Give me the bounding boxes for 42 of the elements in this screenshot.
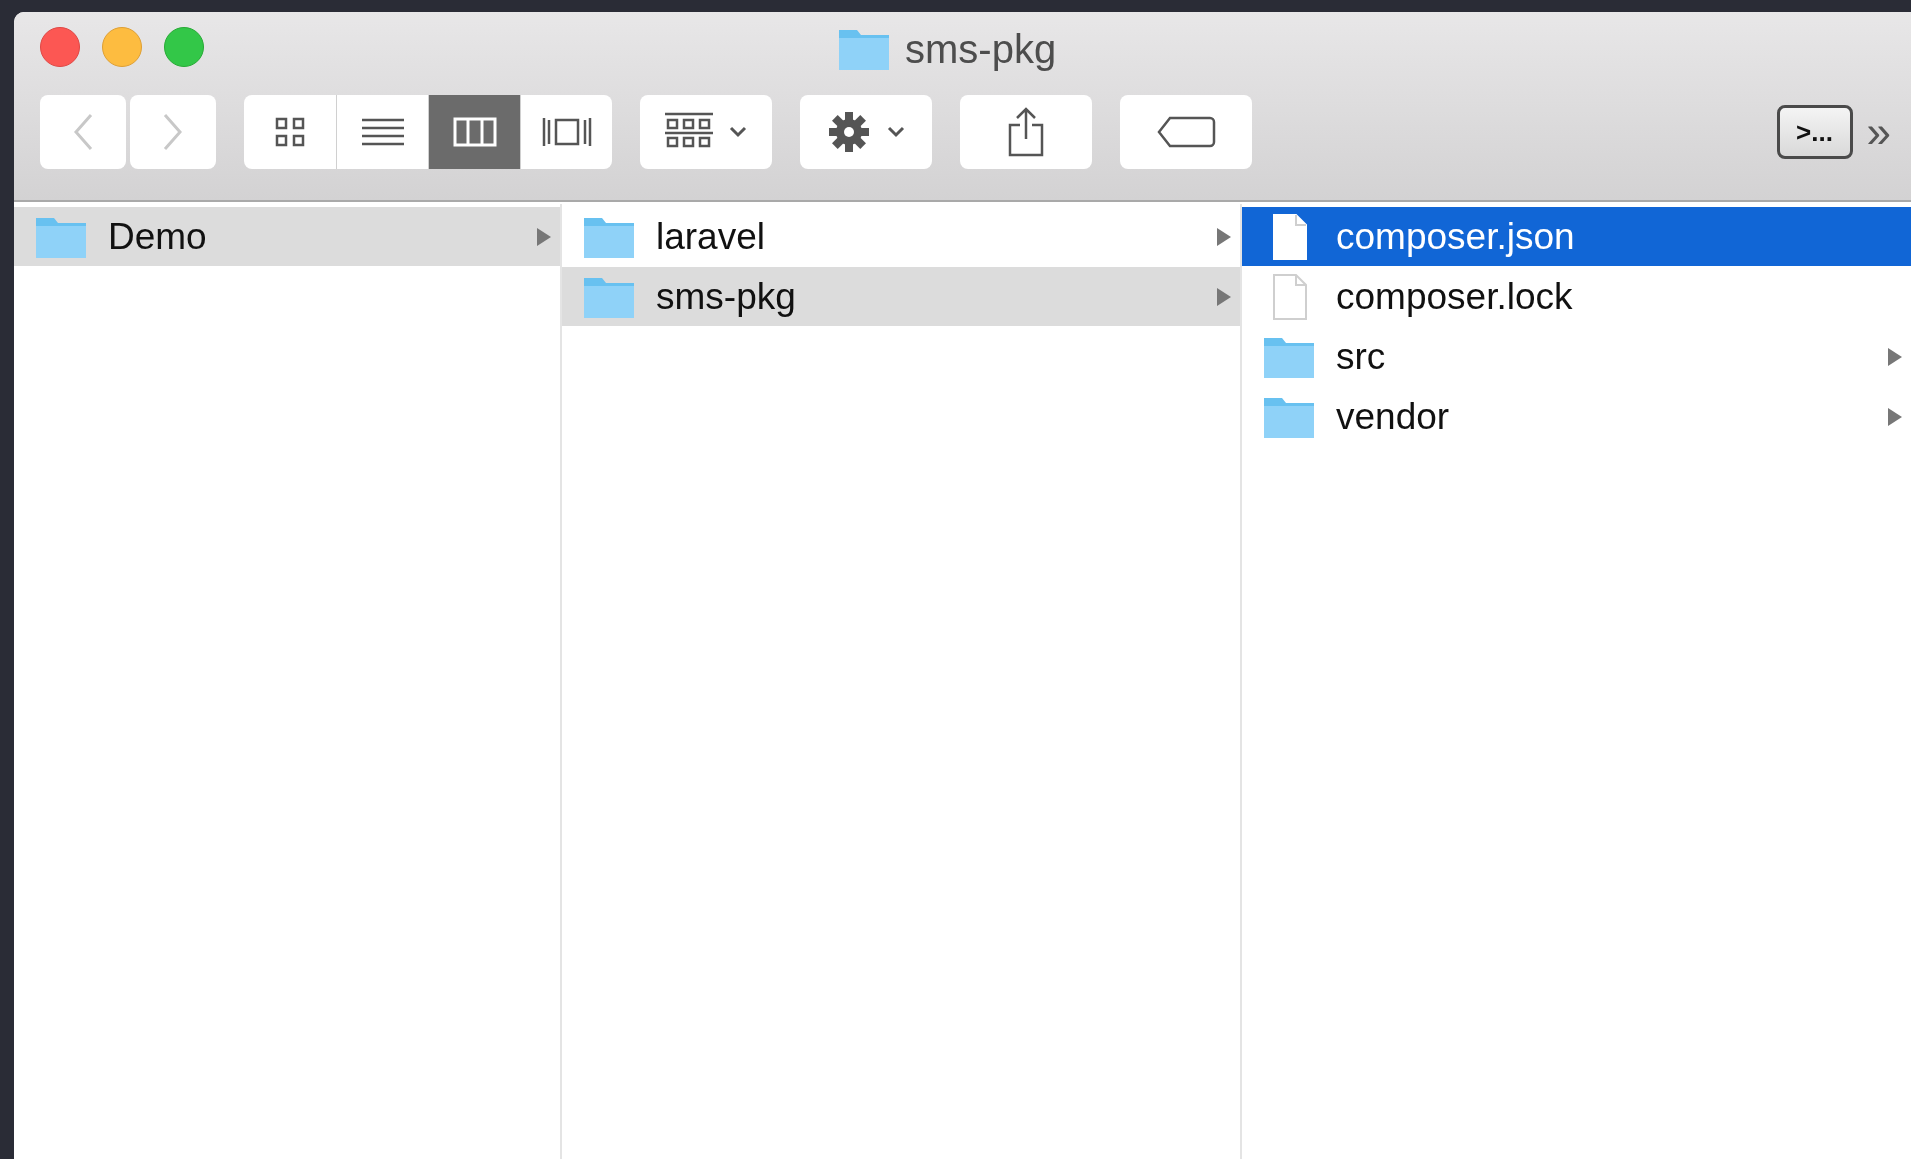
share-button[interactable] (960, 95, 1092, 169)
folder-row[interactable]: vendor (1242, 387, 1911, 446)
item-name: composer.lock (1336, 278, 1573, 315)
caret-icon (887, 126, 905, 138)
file-row[interactable]: composer.lock (1242, 267, 1911, 326)
close-button[interactable] (40, 27, 80, 67)
arrange-button[interactable] (640, 95, 772, 169)
tag-button[interactable] (1120, 95, 1252, 169)
column-view-icon (452, 117, 497, 147)
window-title: sms-pkg (905, 29, 1057, 69)
folder-row[interactable]: laravel (562, 207, 1240, 266)
view-mode-button[interactable] (428, 95, 520, 169)
chevron-right-icon (163, 113, 183, 151)
list-view-icon (361, 117, 404, 147)
chevron-left-icon (73, 113, 93, 151)
settings-icon (827, 110, 871, 154)
item-name: vendor (1336, 398, 1450, 435)
view-mode-button[interactable] (244, 95, 336, 169)
item-name: laravel (656, 218, 765, 255)
item-name: sms-pkg (656, 278, 796, 315)
item-name: composer.json (1336, 218, 1575, 255)
disclosure-arrow-icon (1216, 226, 1232, 247)
tag-icon (1156, 115, 1216, 149)
folder-row[interactable]: Demo (14, 207, 560, 266)
terminal-button[interactable]: >... (1776, 105, 1853, 159)
folder-row[interactable]: sms-pkg (562, 267, 1240, 326)
file-row[interactable]: composer.json (1242, 207, 1911, 266)
view-mode-button[interactable] (336, 95, 428, 169)
cover-flow-icon (541, 116, 592, 148)
icon-view-icon (275, 117, 305, 147)
item-name: Demo (108, 218, 207, 255)
view-mode-button[interactable] (520, 95, 612, 169)
folder-row[interactable]: src (1242, 327, 1911, 386)
settings-button[interactable] (800, 95, 932, 169)
share-icon (1006, 107, 1046, 157)
overflow-button[interactable]: » (1866, 110, 1891, 154)
disclosure-arrow-icon (1887, 406, 1903, 427)
caret-icon (729, 126, 747, 138)
item-name: src (1336, 338, 1386, 375)
disclosure-arrow-icon (536, 226, 552, 247)
disclosure-arrow-icon (1887, 346, 1903, 367)
disclosure-arrow-icon (1216, 286, 1232, 307)
